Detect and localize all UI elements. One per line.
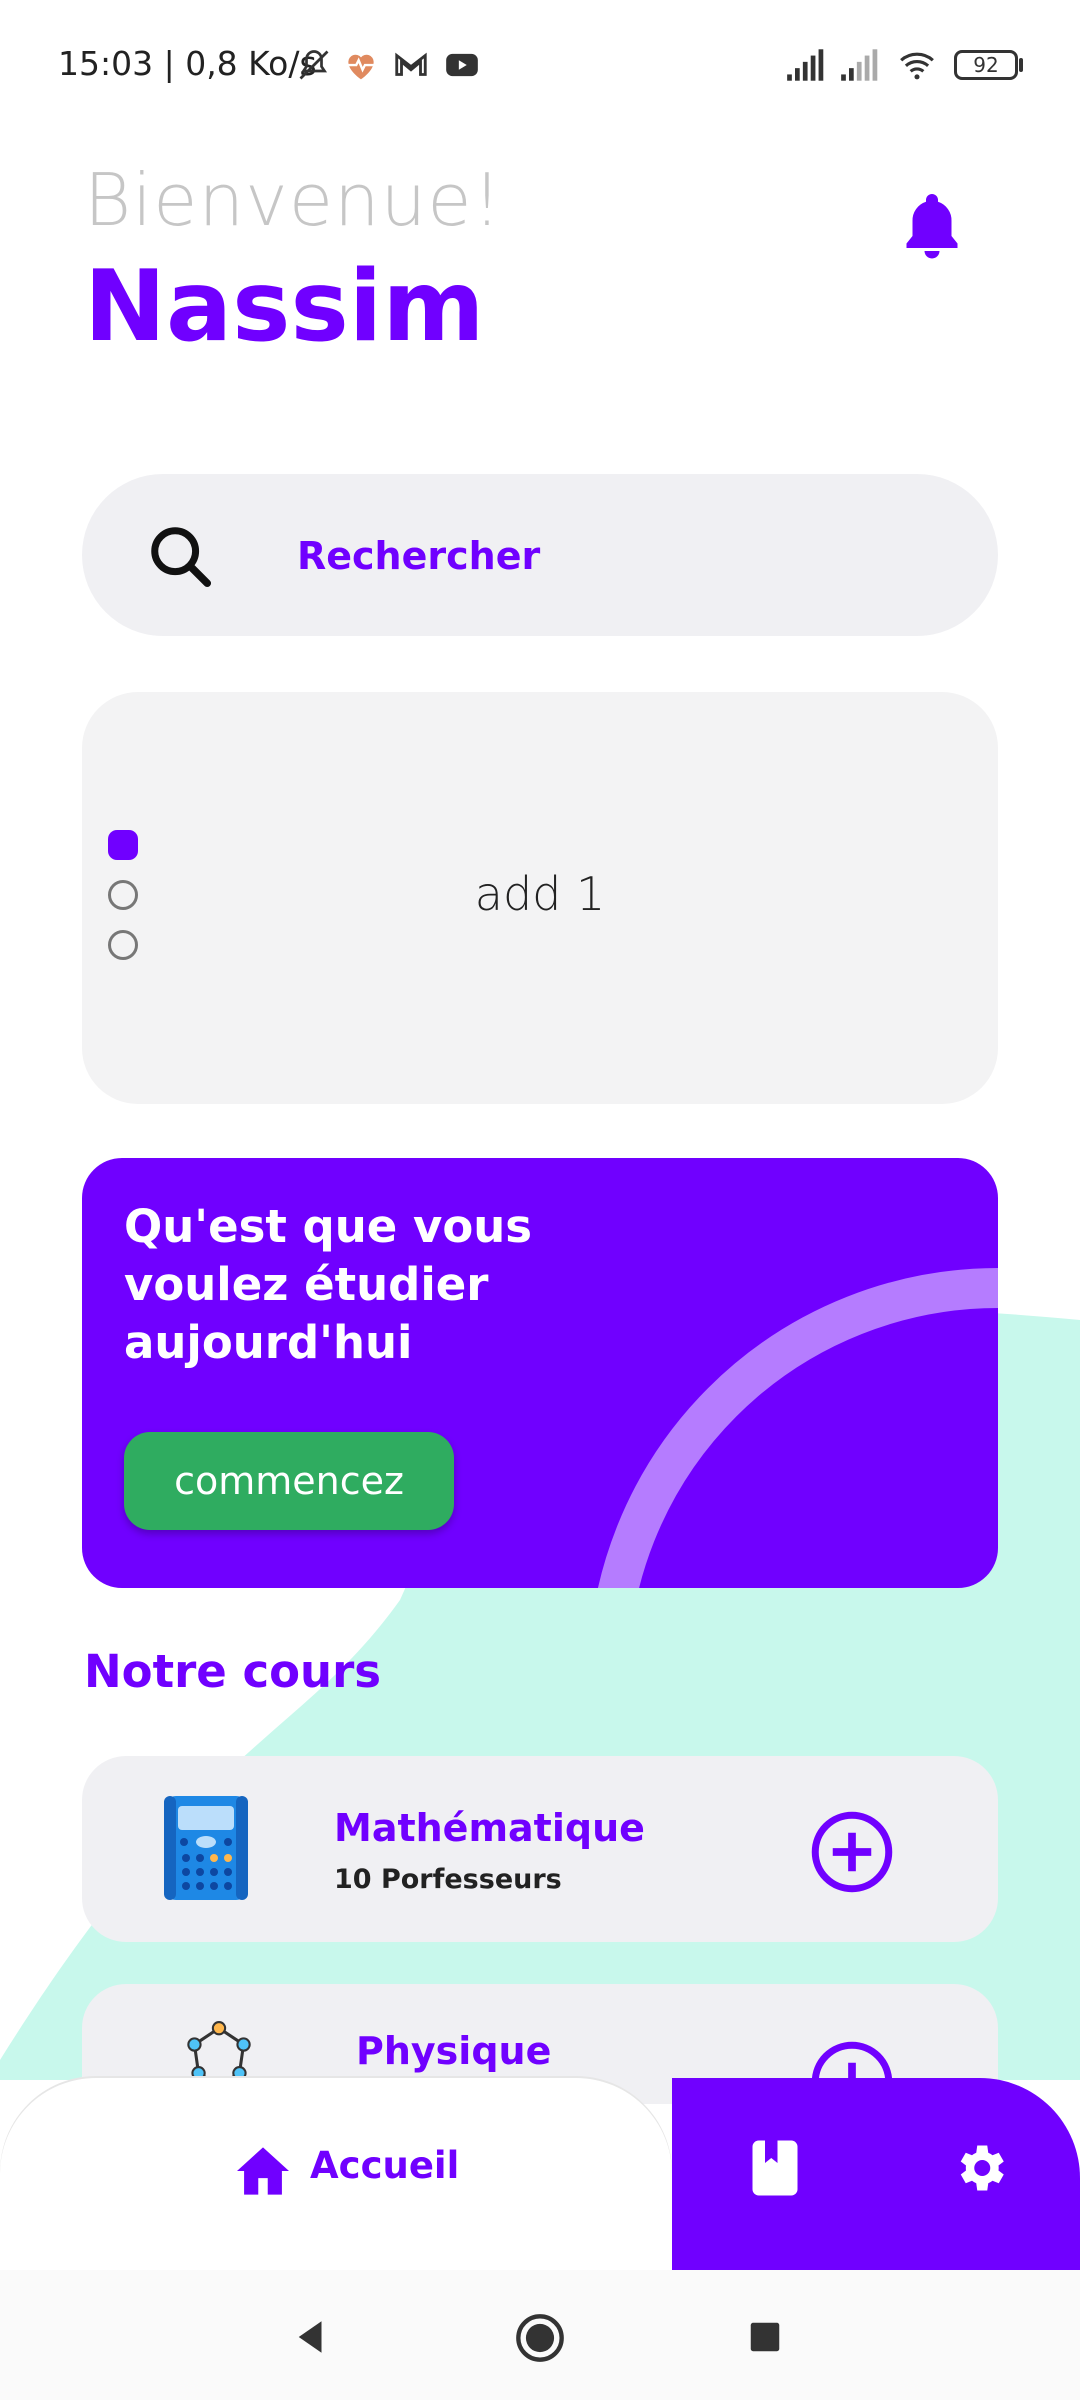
youtube-icon: [446, 53, 478, 77]
add-course-icon[interactable]: [810, 1810, 894, 1894]
carousel-dot-active[interactable]: [108, 830, 138, 860]
course-title: Physique: [356, 2029, 552, 2073]
section-title: Notre cours: [84, 1645, 382, 1698]
user-name: Nassim: [84, 250, 485, 364]
course-subtitle: 10 Porfesseurs: [334, 1864, 562, 1895]
battery-icon: 92: [954, 50, 1018, 80]
home-button-icon[interactable]: [514, 2312, 566, 2364]
bell-off-icon: [299, 50, 329, 80]
promo-headline: Qu'est que vous voulez étudier aujourd'h…: [124, 1200, 533, 1369]
gmail-icon: [395, 52, 427, 76]
ad-carousel[interactable]: add 1: [82, 692, 998, 1104]
status-time-speed: 15:03 | 0,8 Ko/s: [58, 44, 317, 83]
course-card[interactable]: Mathématique 10 Porfesseurs: [82, 1756, 998, 1942]
signal-icon: [841, 49, 878, 81]
recents-icon[interactable]: [746, 2318, 784, 2356]
search-bar[interactable]: Rechercher: [82, 474, 998, 636]
start-button[interactable]: commencez: [124, 1432, 454, 1530]
search-icon: [151, 527, 212, 588]
battery-level: 92: [973, 53, 999, 77]
status-bar: 15:03 | 0,8 Ko/s 92: [0, 0, 1080, 130]
back-icon[interactable]: [290, 2316, 332, 2358]
signal-icon: [787, 49, 824, 81]
bottom-nav: Accueil: [0, 2078, 1080, 2270]
nav-home-label[interactable]: Accueil: [310, 2144, 459, 2187]
greeting-text: Bienvenue!: [84, 158, 503, 242]
system-nav-bar: [0, 2270, 1080, 2400]
course-title: Mathématique: [334, 1806, 645, 1850]
bell-icon[interactable]: [896, 188, 968, 260]
search-label: Rechercher: [297, 534, 541, 578]
battery-tip: [1019, 58, 1023, 72]
promo-banner: Qu'est que vous voulez étudier aujourd'h…: [82, 1158, 998, 1588]
gear-icon[interactable]: [950, 2138, 1010, 2198]
wifi-icon: [900, 52, 934, 80]
book-icon[interactable]: [750, 2138, 800, 2198]
carousel-text: add 1: [474, 867, 606, 921]
carousel-dot[interactable]: [108, 930, 138, 960]
nav-right-panel: [672, 2078, 1080, 2270]
calculator-icon: [164, 1796, 248, 1900]
home-icon[interactable]: [234, 2145, 292, 2197]
health-heart-icon: [348, 54, 374, 80]
